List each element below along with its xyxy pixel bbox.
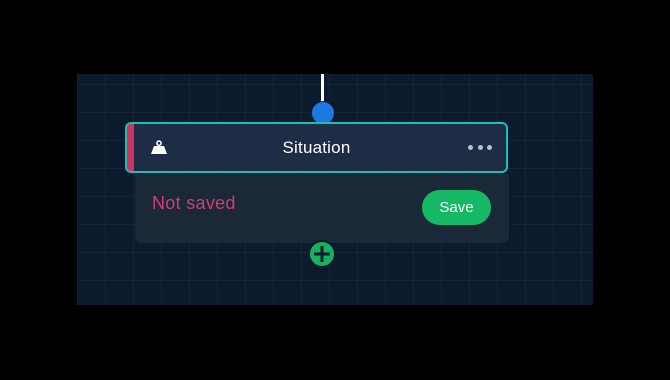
plus-icon — [314, 246, 330, 262]
save-button[interactable]: Save — [422, 190, 491, 225]
save-status-text: Not saved — [152, 193, 236, 213]
more-horizontal-icon[interactable] — [468, 137, 492, 157]
flow-canvas[interactable]: Situation Not saved Save — [77, 74, 593, 305]
menu-dot — [468, 144, 473, 150]
situation-node-header[interactable]: Situation — [125, 122, 508, 173]
node-title: Situation — [282, 138, 351, 157]
menu-dot — [477, 144, 483, 150]
menu-dot — [487, 144, 492, 150]
incoming-connector-line — [320, 74, 324, 104]
add-node-button[interactable] — [308, 240, 336, 268]
